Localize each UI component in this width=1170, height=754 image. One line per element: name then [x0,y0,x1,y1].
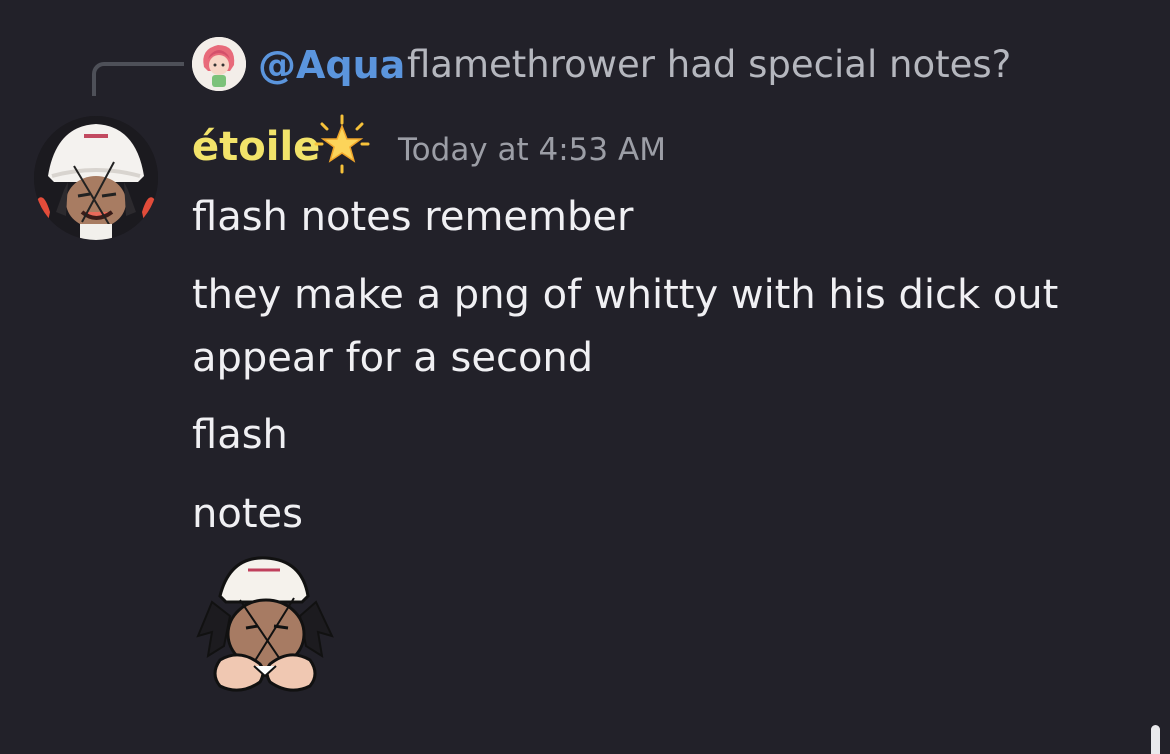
chat-view: @Aqua flamethrower had special notes? ét… [0,0,1170,754]
message-line: they make a png of whitty with his dick … [192,264,1058,390]
message-line-part: they make a png of whitty with his dick … [192,272,1059,318]
whitty-sticker-icon[interactable] [190,556,340,706]
message-line-part: appear for a second [192,335,594,381]
message-timestamp: Today at 4:53 AM [398,132,666,168]
reply-preview-text[interactable]: flamethrower had special notes? [407,40,1011,90]
message-line: notes [192,491,303,537]
message-line: flash notes remember [192,194,634,240]
reply-mention[interactable]: @Aqua [258,40,405,90]
reply-avatar-icon[interactable] [192,37,246,91]
author-username[interactable]: étoile [192,120,320,174]
reply-connector-line [92,62,184,96]
scrollbar-thumb[interactable] [1151,725,1160,754]
author-avatar-icon[interactable] [34,116,158,240]
message-line: flash [192,412,288,458]
glowing-star-icon [312,114,372,174]
